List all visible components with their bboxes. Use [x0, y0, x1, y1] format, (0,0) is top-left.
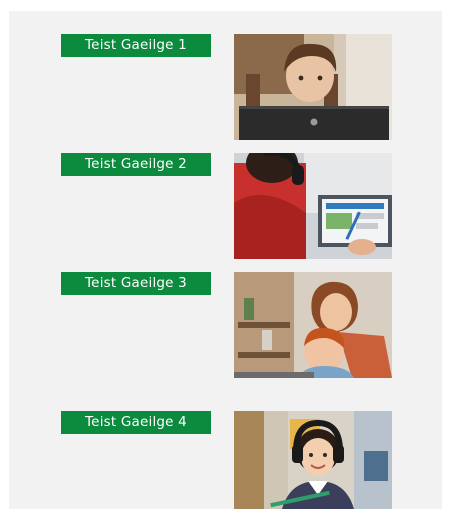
test-item-3: Teist Gaeilge 3	[9, 272, 442, 378]
test-3-button[interactable]: Teist Gaeilge 3	[61, 272, 211, 295]
child-with-headphones-and-laptop-photo[interactable]	[234, 153, 392, 259]
mother-and-son-at-laptop-photo[interactable]	[234, 272, 392, 378]
test-item-4: Teist Gaeilge 4	[9, 411, 442, 517]
test-item-1: Teist Gaeilge 1	[9, 34, 442, 140]
test-list-panel: Teist Gaeilge 1 Teist Gaeilge 2 Teist Ga…	[9, 11, 442, 509]
test-2-button[interactable]: Teist Gaeilge 2	[61, 153, 211, 176]
test-1-button[interactable]: Teist Gaeilge 1	[61, 34, 211, 57]
boy-at-laptop-photo[interactable]	[234, 34, 392, 140]
test-item-2: Teist Gaeilge 2	[9, 153, 442, 259]
girl-with-headphones-photo[interactable]	[234, 411, 392, 517]
test-4-button[interactable]: Teist Gaeilge 4	[61, 411, 211, 434]
